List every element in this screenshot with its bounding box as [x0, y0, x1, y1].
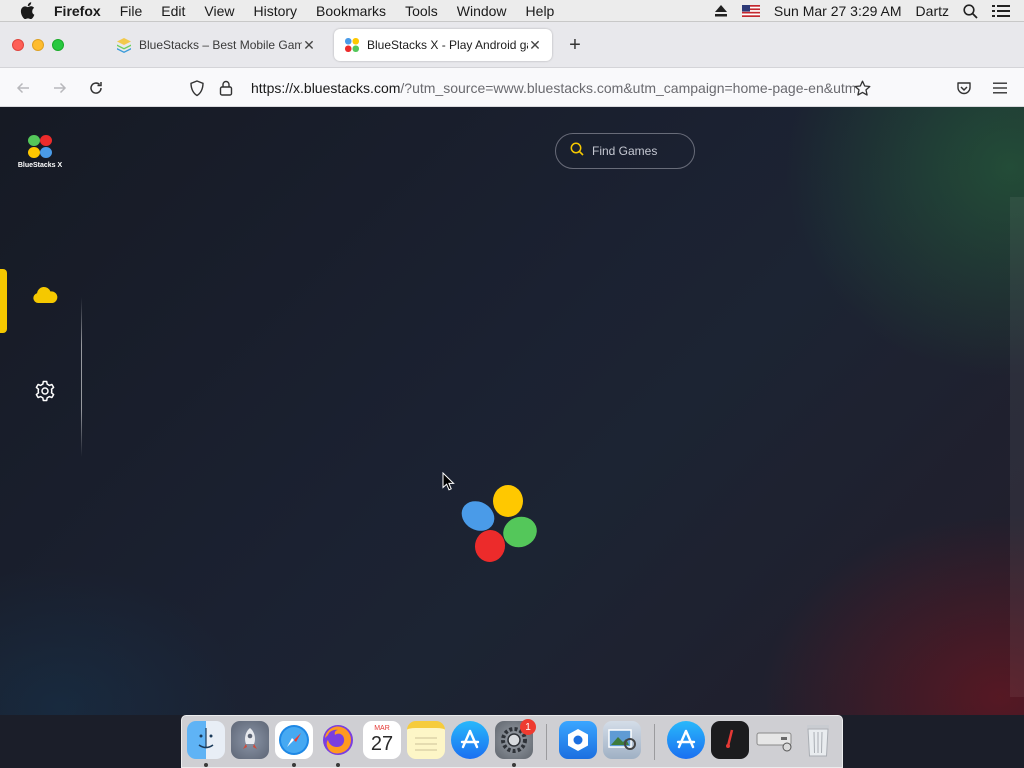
running-indicator [204, 763, 208, 767]
menu-edit[interactable]: Edit [161, 3, 185, 19]
tab-bluestacks-x[interactable]: BlueStacks X - Play Android games ✕ [334, 29, 552, 61]
url-path: /?utm_source=www.bluestacks.com&utm_camp… [400, 80, 855, 96]
app-store-downloads-icon[interactable] [667, 721, 705, 759]
search-placeholder: Find Games [592, 144, 658, 158]
user-name[interactable]: Dartz [916, 3, 949, 19]
back-arrow-icon[interactable] [12, 77, 34, 99]
menu-file[interactable]: File [120, 3, 143, 19]
menu-window[interactable]: Window [457, 3, 507, 19]
menu-help[interactable]: Help [526, 3, 555, 19]
zoom-window-button[interactable] [52, 39, 64, 51]
cloud-games-nav-button[interactable] [30, 282, 60, 312]
active-nav-indicator [0, 269, 7, 333]
logo-text: BlueStacks X [17, 162, 63, 169]
menu-tools[interactable]: Tools [405, 3, 438, 19]
url-bar[interactable]: https://x.bluestacks.com/?utm_source=www… [180, 73, 880, 103]
menu-history[interactable]: History [253, 3, 297, 19]
bluestacks-logo-icon [28, 135, 52, 158]
disk-utility-icon[interactable] [755, 721, 793, 759]
calendar-day: 27 [370, 733, 394, 755]
find-games-search[interactable]: Find Games [555, 133, 695, 169]
calendar-month: MAR [374, 725, 390, 732]
new-tab-button[interactable]: + [565, 35, 585, 55]
apple-menu-icon[interactable] [20, 2, 38, 19]
bluestacks-x-favicon [344, 37, 360, 53]
cloud-icon [32, 286, 58, 309]
dictionary-icon[interactable] [711, 721, 749, 759]
search-icon [570, 142, 584, 161]
menu-app-name[interactable]: Firefox [54, 3, 101, 19]
bluestacks-icon[interactable] [559, 721, 597, 759]
finder-icon[interactable] [187, 721, 225, 759]
preview-icon[interactable] [603, 721, 641, 759]
bookmark-star-icon[interactable] [850, 76, 874, 100]
navigation-toolbar: https://x.bluestacks.com/?utm_source=www… [0, 68, 1024, 107]
minimize-window-button[interactable] [32, 39, 44, 51]
page-scrollbar[interactable] [1010, 197, 1024, 697]
calendar-icon[interactable]: MAR 27 [363, 721, 401, 759]
bluestacks-x-page: BlueStacks X Find Games [0, 107, 1024, 715]
close-tab-icon[interactable]: ✕ [302, 37, 316, 54]
window-controls [12, 39, 72, 51]
close-window-button[interactable] [12, 39, 24, 51]
tab-bluestacks-home[interactable]: BlueStacks – Best Mobile Gaming Platform… [106, 29, 326, 61]
running-indicator [292, 763, 296, 767]
pocket-icon[interactable] [953, 77, 975, 99]
running-indicator [512, 763, 516, 767]
loading-spinner [458, 484, 542, 568]
tab-title: BlueStacks X - Play Android games [367, 38, 528, 52]
close-tab-icon[interactable]: ✕ [528, 37, 542, 54]
running-indicator [336, 763, 340, 767]
tab-title: BlueStacks – Best Mobile Gaming Platform [139, 38, 302, 52]
url-host: https://x.bluestacks.com [251, 80, 401, 96]
eject-icon[interactable] [714, 5, 728, 17]
control-center-icon[interactable] [992, 4, 1010, 18]
forward-arrow-icon[interactable] [49, 77, 71, 99]
dock-separator [654, 724, 655, 760]
menu-bar: Firefox File Edit View History Bookmarks… [0, 0, 1024, 22]
firefox-icon[interactable] [319, 721, 357, 759]
menu-view[interactable]: View [204, 3, 234, 19]
dock-separator [546, 724, 547, 760]
reload-icon[interactable] [85, 77, 107, 99]
app-menu-hamburger-icon[interactable] [989, 77, 1011, 99]
padlock-icon[interactable] [214, 76, 238, 100]
bluestacks-x-logo[interactable]: BlueStacks X [14, 133, 66, 169]
bluestacks-layers-icon [116, 37, 132, 53]
bluestacks-loader-icon [461, 485, 537, 562]
launchpad-icon[interactable] [231, 721, 269, 759]
clock-text[interactable]: Sun Mar 27 3:29 AM [774, 3, 902, 19]
settings-nav-button[interactable] [30, 378, 60, 408]
us-flag-icon[interactable] [741, 5, 760, 17]
mouse-pointer-icon [442, 471, 455, 496]
gear-icon [34, 380, 56, 407]
app-store-icon[interactable] [451, 721, 489, 759]
notification-badge: 1 [520, 719, 536, 735]
tab-strip: BlueStacks – Best Mobile Gaming Platform… [0, 22, 1024, 68]
notes-icon[interactable] [407, 721, 445, 759]
dock: MAR 27 1 [181, 715, 843, 768]
tracking-protection-shield-icon[interactable] [185, 76, 209, 100]
url-text[interactable]: https://x.bluestacks.com/?utm_source=www… [251, 80, 855, 96]
safari-icon[interactable] [275, 721, 313, 759]
trash-icon[interactable] [799, 721, 837, 759]
sidebar-divider [81, 297, 82, 457]
spotlight-search-icon[interactable] [963, 3, 978, 19]
menu-bookmarks[interactable]: Bookmarks [316, 3, 386, 19]
